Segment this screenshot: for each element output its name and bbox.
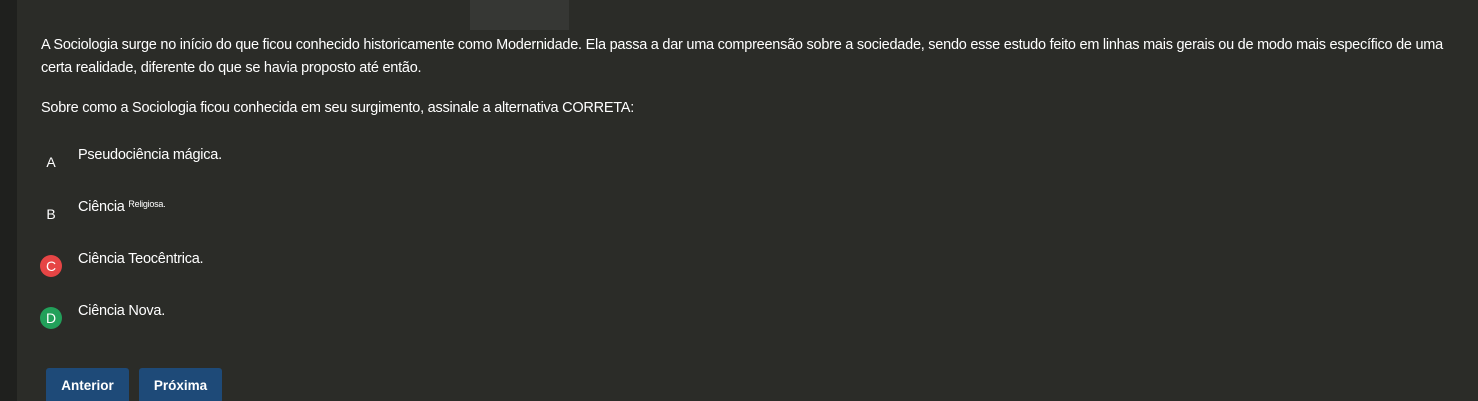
previous-button[interactable]: Anterior: [46, 368, 129, 401]
next-button[interactable]: Próxima: [139, 368, 222, 401]
option-c-letter-wrong-badge: C: [40, 255, 62, 277]
option-a-letter: A: [46, 154, 56, 170]
option-b[interactable]: B Ciência Religiosa.: [40, 197, 640, 227]
option-b-text-wrap: Ciência Religiosa.: [78, 197, 166, 217]
option-a-text: Pseudociência mágica.: [78, 147, 222, 163]
option-d-letter-correct-badge: D: [40, 307, 62, 329]
page: A Sociologia surge no início do que fico…: [0, 0, 1478, 401]
option-b-superscript: Religiosa.: [128, 199, 166, 209]
option-b-letter: B: [46, 206, 56, 222]
option-d-text: Ciência Nova.: [78, 303, 166, 319]
option-d[interactable]: D Ciência Nova.: [40, 301, 640, 331]
question-text: A Sociologia surge no início do que fico…: [41, 37, 1443, 76]
option-c-text: Ciência Teocêntrica.: [78, 251, 204, 267]
question-prompt: Sobre como a Sociologia ficou conhecida …: [41, 100, 634, 116]
option-c[interactable]: C Ciência Teocêntrica.: [40, 249, 640, 279]
option-b-text: Ciência: [78, 199, 125, 215]
option-a[interactable]: A Pseudociência mágica.: [40, 145, 640, 175]
top-tab[interactable]: [470, 0, 569, 30]
